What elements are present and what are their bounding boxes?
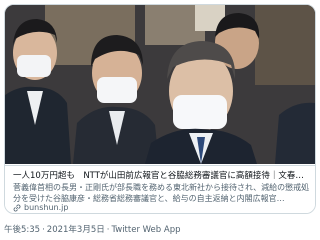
source-domain: bunshun.jp [24, 203, 69, 212]
photo-illustration [5, 5, 315, 164]
footer-separator: · [42, 225, 45, 235]
card-source[interactable]: bunshun.jp [13, 203, 68, 213]
card-text-area: 一人10万円超も NTTが山田前広報官と谷脇総務審議官に高額接待｜文春オン… 菅… [5, 165, 315, 213]
tweet-time[interactable]: 午後5:35 [4, 224, 40, 236]
tweet-footer: 午後5:35 · 2021年3月5日 · Twitter Web App [4, 224, 180, 236]
link-preview-card[interactable]: 一人10万円超も NTTが山田前広報官と谷脇総務審議官に高額接待｜文春オン… 菅… [4, 4, 316, 214]
link-icon [13, 204, 21, 212]
tweet-date[interactable]: 2021年3月5日 [47, 224, 105, 236]
card-headline[interactable]: 一人10万円超も NTTが山田前広報官と谷脇総務審議官に高額接待｜文春オン… [13, 170, 311, 182]
news-photo [5, 5, 315, 164]
card-description: 菅義偉首相の長男・正剛氏が部長職を務める東北新社から接待され、減給の懲戒処分を受… [13, 183, 310, 203]
tweet-client[interactable]: Twitter Web App [111, 224, 180, 236]
